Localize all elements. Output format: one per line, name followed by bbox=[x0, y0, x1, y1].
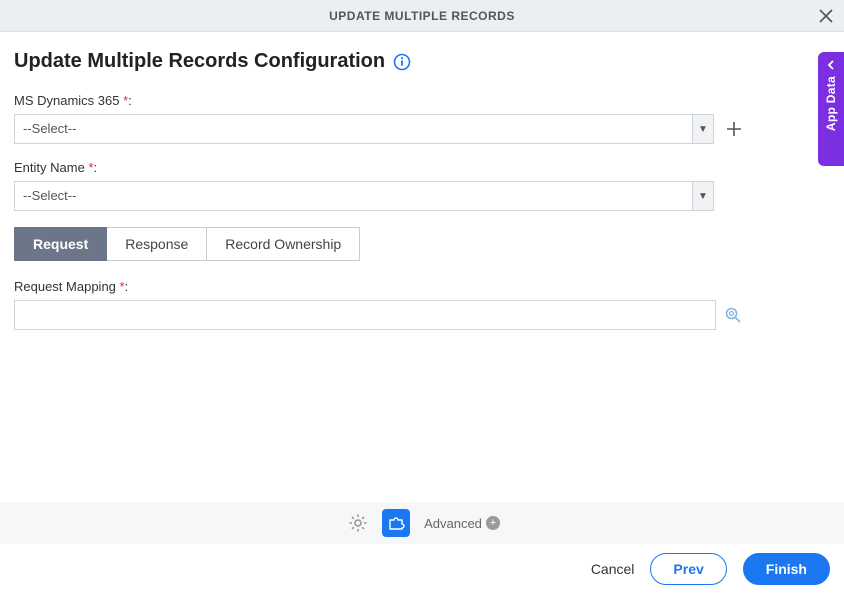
prev-button[interactable]: Prev bbox=[650, 553, 726, 585]
entity-select-row: --Select-- ▼ bbox=[14, 181, 830, 211]
dynamics-label-text: MS Dynamics 365 bbox=[14, 93, 119, 108]
label-colon: : bbox=[94, 160, 98, 175]
plus-icon bbox=[726, 121, 742, 137]
tab-response[interactable]: Response bbox=[107, 227, 207, 261]
chevron-down-icon: ▼ bbox=[692, 114, 714, 144]
mapping-label: Request Mapping *: bbox=[14, 279, 830, 294]
info-icon[interactable] bbox=[393, 53, 411, 71]
page-title-row: Update Multiple Records Configuration bbox=[14, 50, 830, 73]
advanced-label: Advanced bbox=[424, 516, 482, 531]
footer: Cancel Prev Finish bbox=[0, 544, 844, 594]
bottom-bar: Advanced + bbox=[0, 502, 844, 544]
add-dynamics-button[interactable] bbox=[724, 119, 744, 139]
dynamics-label: MS Dynamics 365 *: bbox=[14, 93, 830, 108]
close-button[interactable] bbox=[816, 6, 836, 26]
tab-record-ownership[interactable]: Record Ownership bbox=[207, 227, 360, 261]
chevron-down-icon: ▼ bbox=[692, 181, 714, 211]
integration-button[interactable] bbox=[382, 509, 410, 537]
entity-select[interactable]: --Select-- ▼ bbox=[14, 181, 714, 211]
advanced-toggle[interactable]: Advanced + bbox=[424, 516, 500, 531]
search-icon bbox=[724, 306, 742, 324]
lookup-button[interactable] bbox=[724, 306, 742, 324]
mapping-row bbox=[14, 300, 830, 330]
chevron-left-icon bbox=[826, 60, 836, 70]
puzzle-icon bbox=[387, 514, 405, 532]
request-mapping-input[interactable] bbox=[14, 300, 716, 330]
app-data-panel-toggle[interactable]: App Data bbox=[818, 52, 844, 166]
tabs: Request Response Record Ownership bbox=[14, 227, 830, 261]
content-area: Update Multiple Records Configuration MS… bbox=[0, 32, 844, 330]
mapping-label-text: Request Mapping bbox=[14, 279, 116, 294]
entity-label: Entity Name *: bbox=[14, 160, 830, 175]
tab-request[interactable]: Request bbox=[14, 227, 107, 261]
dynamics-select-value: --Select-- bbox=[14, 114, 714, 144]
settings-button[interactable] bbox=[344, 509, 372, 537]
entity-select-value: --Select-- bbox=[14, 181, 714, 211]
header-title: UPDATE MULTIPLE RECORDS bbox=[329, 9, 515, 23]
app-data-label: App Data bbox=[824, 76, 838, 131]
label-colon: : bbox=[128, 93, 132, 108]
dynamics-select-row: --Select-- ▼ bbox=[14, 114, 830, 144]
finish-button[interactable]: Finish bbox=[743, 553, 830, 585]
cancel-button[interactable]: Cancel bbox=[591, 561, 635, 577]
close-icon bbox=[819, 9, 833, 23]
label-colon: : bbox=[125, 279, 129, 294]
plus-circle-icon: + bbox=[486, 516, 500, 530]
header-bar: UPDATE MULTIPLE RECORDS bbox=[0, 0, 844, 32]
page-title: Update Multiple Records Configuration bbox=[14, 50, 385, 73]
dynamics-select[interactable]: --Select-- ▼ bbox=[14, 114, 714, 144]
entity-label-text: Entity Name bbox=[14, 160, 85, 175]
gear-icon bbox=[348, 513, 368, 533]
